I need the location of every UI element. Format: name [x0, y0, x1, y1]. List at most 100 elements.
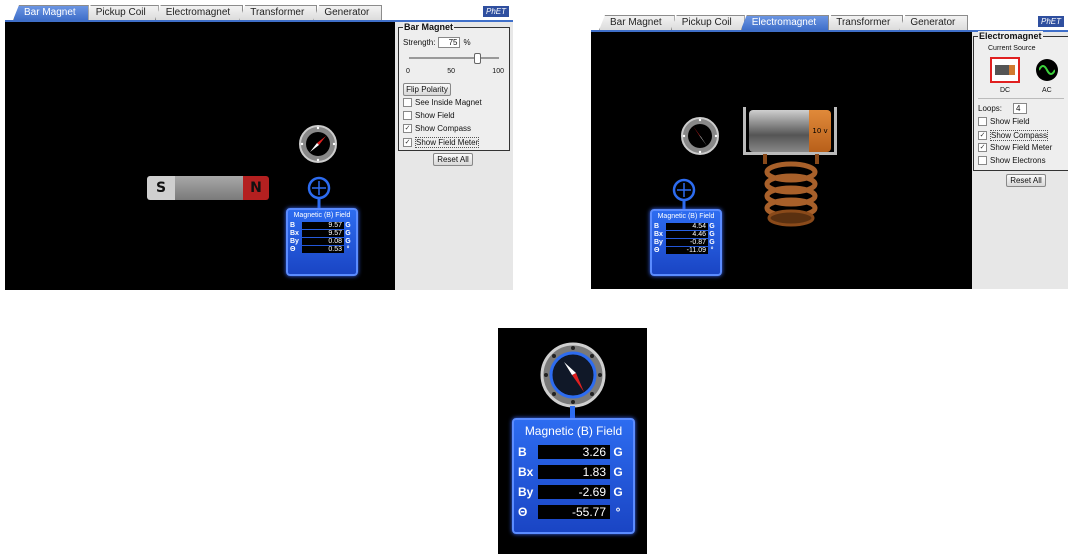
show-compass-checkbox[interactable]: ✓ [403, 124, 412, 133]
bar-magnet-screenshot: Bar Magnet Pickup Coil Electromagnet Tra… [5, 4, 513, 290]
field-meter-title: Magnetic (B) Field [657, 213, 715, 220]
show-field-checkbox[interactable] [978, 117, 987, 126]
dc-source-button[interactable] [990, 57, 1020, 83]
show-field-meter-row[interactable]: ✓ Show Field Meter [978, 143, 1052, 152]
show-field-row[interactable]: Show Field [978, 117, 1030, 126]
meter-value: 9.57 [302, 222, 344, 229]
compass-icon[interactable] [298, 124, 338, 164]
show-compass-row[interactable]: ✓ Show Compass [403, 124, 471, 133]
show-electrons-row[interactable]: Show Electrons [978, 156, 1046, 165]
show-field-checkbox[interactable] [403, 111, 412, 120]
show-field-row[interactable]: Show Field [403, 111, 455, 120]
meter-label: By [290, 238, 299, 245]
tab-pickup-coil[interactable]: Pickup Coil [670, 15, 745, 30]
tab-generator[interactable]: Generator [313, 5, 383, 20]
meter-label: B [518, 445, 527, 459]
meter-value: 0.53 [302, 246, 344, 253]
show-field-meter-checkbox[interactable]: ✓ [403, 138, 412, 147]
meter-unit: G [345, 230, 351, 237]
meter-value: 1.83 [538, 465, 610, 479]
separator [978, 98, 1064, 99]
meter-row-theta: Θ 0.53 ° [290, 246, 354, 253]
control-panel: Electromagnet Current Source DC AC Loops… [972, 31, 1068, 289]
meter-label: Bx [654, 231, 663, 238]
tick-label: 0 [406, 68, 410, 75]
strength-slider[interactable] [409, 53, 499, 64]
field-meter-title: Magnetic (B) Field [524, 424, 623, 438]
reset-all-button[interactable]: Reset All [433, 153, 473, 166]
show-field-label: Show Field [415, 111, 455, 120]
strength-input[interactable]: 75 [438, 37, 461, 48]
show-field-meter-label: Show Field Meter [990, 143, 1053, 152]
show-compass-checkbox[interactable]: ✓ [978, 131, 987, 140]
loops-label: Loops: [978, 104, 1003, 113]
see-inside-row[interactable]: See Inside Magnet [403, 98, 482, 107]
group-title: Electromagnet [978, 31, 1043, 41]
meter-value: 4.46 [666, 231, 708, 238]
meter-row-b: B 4.54 G [654, 223, 718, 230]
slider-ticks: 0 50 100 [406, 68, 504, 75]
strength-unit: % [463, 38, 471, 47]
show-electrons-checkbox[interactable] [978, 156, 987, 165]
see-inside-checkbox[interactable] [403, 98, 412, 107]
slider-track [409, 57, 499, 59]
meter-row-bx: Bx 9.57 G [290, 230, 354, 237]
phet-logo: PhET [482, 6, 509, 17]
field-meter-probe-icon[interactable] [306, 175, 332, 211]
meter-value: 0.08 [302, 238, 344, 245]
field-meter-probe-icon[interactable] [671, 177, 697, 213]
meter-unit: G [345, 222, 351, 229]
meter-row-by: By -2.69 G [518, 483, 629, 501]
tab-bar-magnet[interactable]: Bar Magnet [599, 15, 675, 30]
meter-label: Θ [290, 246, 296, 253]
dc-label: DC [1000, 87, 1011, 94]
meter-label: Θ [654, 247, 660, 254]
tab-transformer[interactable]: Transformer [239, 5, 318, 20]
tab-generator[interactable]: Generator [899, 15, 969, 30]
strength-label: Strength: [403, 38, 436, 47]
field-meter: Magnetic (B) Field B 3.26 G Bx 1.83 G By… [512, 418, 635, 534]
tick-label: 50 [447, 68, 455, 75]
meter-unit: G [709, 223, 715, 230]
show-field-meter-row[interactable]: ✓ Show Field Meter [403, 137, 480, 148]
show-field-meter-checkbox[interactable]: ✓ [978, 143, 987, 152]
slider-thumb[interactable] [473, 53, 481, 64]
meter-label: Bx [290, 230, 299, 237]
sim-canvas[interactable]: 10 v Magnetic (B) Field B 4.54 G Bx 4.46… [591, 32, 972, 289]
flip-polarity-button[interactable]: Flip Polarity [403, 83, 451, 96]
loops-spinner[interactable]: 4 [1013, 103, 1028, 114]
tab-electromagnet[interactable]: Electromagnet [154, 5, 244, 20]
show-electrons-label: Show Electrons [990, 156, 1046, 165]
meter-unit: G [345, 238, 351, 245]
tab-electromagnet[interactable]: Electromagnet [740, 15, 830, 30]
meter-unit: G [709, 231, 715, 238]
group-title: Bar Magnet [403, 22, 455, 32]
magnet-south-pole: S [147, 176, 175, 200]
battery-clamp [743, 107, 837, 155]
meter-unit: G [613, 445, 623, 459]
compass-icon[interactable] [680, 116, 720, 156]
tab-bar: Bar Magnet Pickup Coil Electromagnet Tra… [591, 14, 1068, 32]
reset-all-button[interactable]: Reset All [1006, 174, 1046, 187]
bar-magnet-controls: Bar Magnet Strength: 75 % 0 50 100 Flip … [398, 22, 510, 151]
meter-value: 3.26 [538, 445, 610, 459]
meter-value: -2.69 [538, 485, 610, 499]
meter-row-bx: Bx 4.46 G [654, 231, 718, 238]
meter-value: -55.77 [538, 505, 610, 519]
tab-bar-magnet[interactable]: Bar Magnet [13, 5, 89, 20]
meter-row-b: B 9.57 G [290, 222, 354, 229]
north-label: N [250, 180, 262, 196]
sim-canvas[interactable]: S N Magnetic (B) Field B 9.57 G Bx 9.57 … [5, 22, 395, 290]
show-field-label: Show Field [990, 117, 1030, 126]
meter-value: 4.54 [666, 223, 708, 230]
meter-value: -0.87 [666, 239, 708, 246]
tab-pickup-coil[interactable]: Pickup Coil [84, 5, 159, 20]
tab-transformer[interactable]: Transformer [825, 15, 904, 30]
field-meter: Magnetic (B) Field B 4.54 G Bx 4.46 G By… [650, 209, 722, 276]
current-source-label: Current Source [988, 45, 1036, 52]
bar-magnet[interactable]: S N [147, 176, 269, 200]
meter-unit: ° [615, 505, 621, 519]
ac-source-button[interactable] [1036, 59, 1058, 81]
meter-unit: G [613, 465, 623, 479]
show-compass-row[interactable]: ✓ Show Compass [978, 130, 1049, 141]
